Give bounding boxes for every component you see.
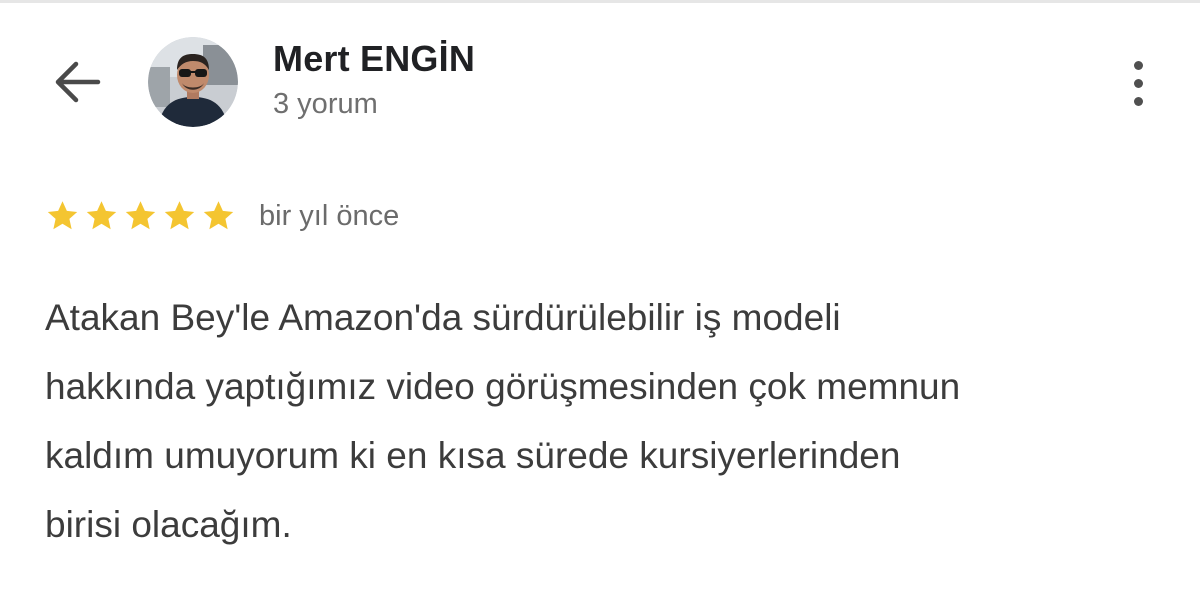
arrow-left-icon — [55, 61, 101, 103]
star-icon — [164, 201, 195, 230]
avatar[interactable] — [148, 37, 238, 127]
star-icon — [203, 201, 234, 230]
more-vertical-icon — [1133, 60, 1143, 70]
review-header: Mert ENGİN 3 yorum — [0, 0, 1200, 150]
star-rating — [44, 198, 237, 234]
review-text-line: Atakan Bey'le Amazon'da sürdürülebilir i… — [45, 297, 841, 338]
review-text: Atakan Bey'le Amazon'da sürdürülebilir i… — [45, 283, 1175, 559]
back-button[interactable] — [50, 57, 104, 107]
more-vertical-icon-dot — [1133, 78, 1143, 88]
review-text-line: hakkında yaptığımız video görüşmesinden … — [45, 366, 961, 407]
review-text-line: kaldım umuyorum ki en kısa sürede kursiy… — [45, 435, 901, 476]
more-vertical-icon-dot — [1133, 96, 1143, 106]
more-options-button[interactable] — [1115, 55, 1161, 111]
star-icon — [47, 201, 78, 230]
review-text-line: birisi olacağım. — [45, 504, 292, 545]
rating-row: bir yıl önce — [44, 196, 399, 236]
reviewer-name[interactable]: Mert ENGİN — [273, 38, 475, 80]
review-date: bir yıl önce — [259, 199, 400, 232]
star-icon — [86, 201, 117, 230]
review-count: 3 yorum — [273, 88, 378, 120]
person-avatar-icon — [148, 37, 238, 127]
star-icon — [125, 201, 156, 230]
